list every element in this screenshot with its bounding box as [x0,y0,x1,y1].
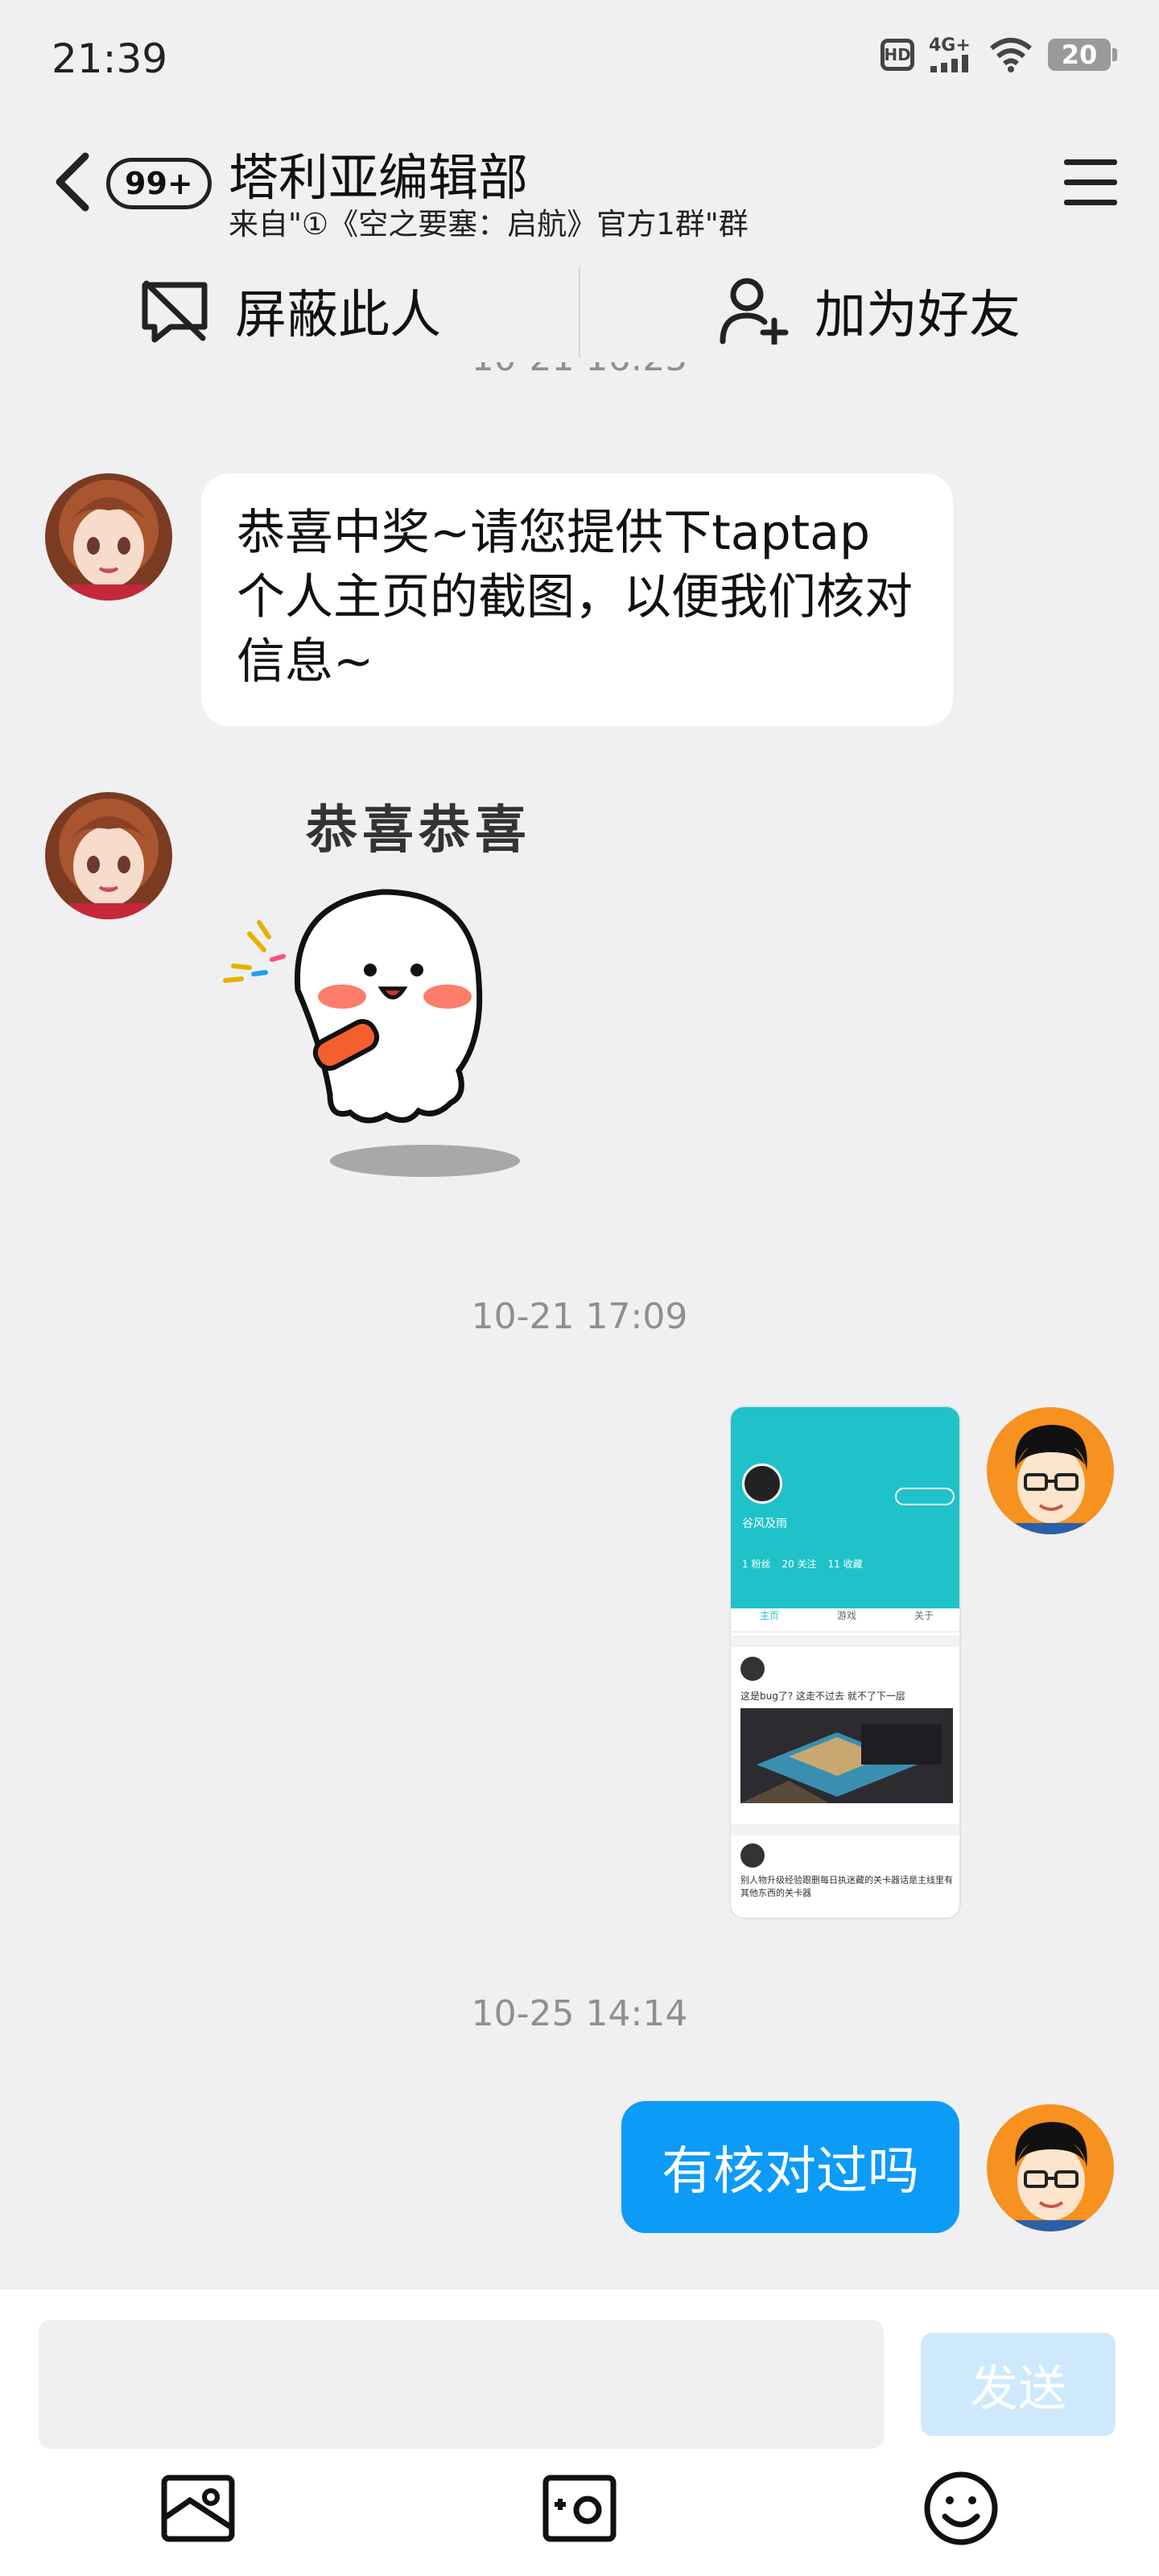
image-icon[interactable] [158,2468,238,2549]
wifi-icon [990,38,1032,72]
separator [731,1824,959,1835]
timestamp-text: 10-21 16:25 [0,362,1159,379]
network-type-label: 4G+ [929,35,971,56]
menu-icon[interactable] [1064,158,1117,208]
block-user-button[interactable]: 屏蔽此人 [0,259,580,362]
profile-username: 谷风及雨 [742,1517,787,1530]
timestamp: 10-21 16:25 [0,362,1159,411]
post-text: 别人物升级经验跟删每日执迷藏的关卡器话是主线里有其他东西的关卡器 [740,1875,953,1898]
ghost-sticker-icon [223,889,520,1177]
back-arrow-icon[interactable] [50,150,95,214]
sender-avatar[interactable] [45,473,172,601]
send-button[interactable]: 发送 [921,2333,1116,2436]
profile-header: 谷风及雨 1 粉丝 20 关注 11 收藏 [731,1407,959,1608]
block-user-label: 屏蔽此人 [235,286,441,345]
tab-home: 主页 [759,1610,779,1621]
sender-avatar[interactable] [45,792,172,919]
outgoing-message-bubble[interactable]: 有核对过吗 [621,2101,959,2233]
shared-image-message[interactable]: 谷风及雨 1 粉丝 20 关注 11 收藏 主页 游戏 关于 这是bug了? 这… [729,1406,961,1919]
unread-count-badge[interactable]: 99+ [106,158,212,209]
my-avatar[interactable] [987,2104,1114,2231]
message-text: 有核对过吗 [662,2142,919,2202]
post-avatar [740,1657,765,1681]
chat-subtitle: 来自"①《空之要塞：启航》官方1群"群 [229,207,749,242]
tab-about: 关于 [914,1610,934,1621]
timestamp: 10-21 17:09 [471,1296,688,1337]
post-avatar [740,1843,765,1868]
timestamp: 10-25 14:14 [471,1993,688,2034]
sticker-caption: 恭喜恭喜 [306,801,531,861]
hd-icon: HD [881,39,914,71]
post-text: 这是bug了? 这走不过去 就不了下一层 [740,1690,905,1702]
block-icon [142,280,208,343]
profile-avatar [742,1463,782,1504]
add-friend-icon [720,278,789,345]
add-friend-label: 加为好友 [815,286,1021,345]
signal-icon: 4G+ [929,37,974,72]
status-time: 21:39 [52,35,168,82]
my-avatar[interactable] [987,1407,1114,1534]
stat-following: 20 关注 [782,1558,817,1570]
battery-icon: 20 [1048,39,1117,71]
sticker-message[interactable]: 恭喜恭喜 [217,789,555,1208]
message-text: 恭喜中奖~请您提供下taptap个人主页的截图，以便我们核对信息~ [237,505,913,690]
add-friend-button[interactable]: 加为好友 [580,259,1159,362]
message-input[interactable] [39,2320,884,2449]
status-icons: HD 4G+ 20 [881,37,1117,72]
status-bar: 21:39 HD 4G+ 20 [0,0,1159,121]
post-game-image [740,1708,953,1803]
camera-icon[interactable] [539,2468,620,2549]
profile-stats: 1 粉丝 20 关注 11 收藏 [742,1557,863,1571]
stat-favorites: 11 收藏 [827,1558,863,1570]
separator [731,1636,959,1647]
tab-games: 游戏 [836,1610,856,1621]
incoming-message-bubble[interactable]: 恭喜中奖~请您提供下taptap个人主页的截图，以便我们核对信息~ [201,473,953,726]
emoji-icon[interactable] [921,2468,1001,2549]
edit-profile-chip [895,1488,955,1505]
chat-title: 塔利亚编辑部 [229,148,529,207]
stat-followers: 1 粉丝 [742,1558,771,1570]
action-divider [579,267,580,357]
profile-tabs: 主页 游戏 关于 [731,1608,959,1633]
